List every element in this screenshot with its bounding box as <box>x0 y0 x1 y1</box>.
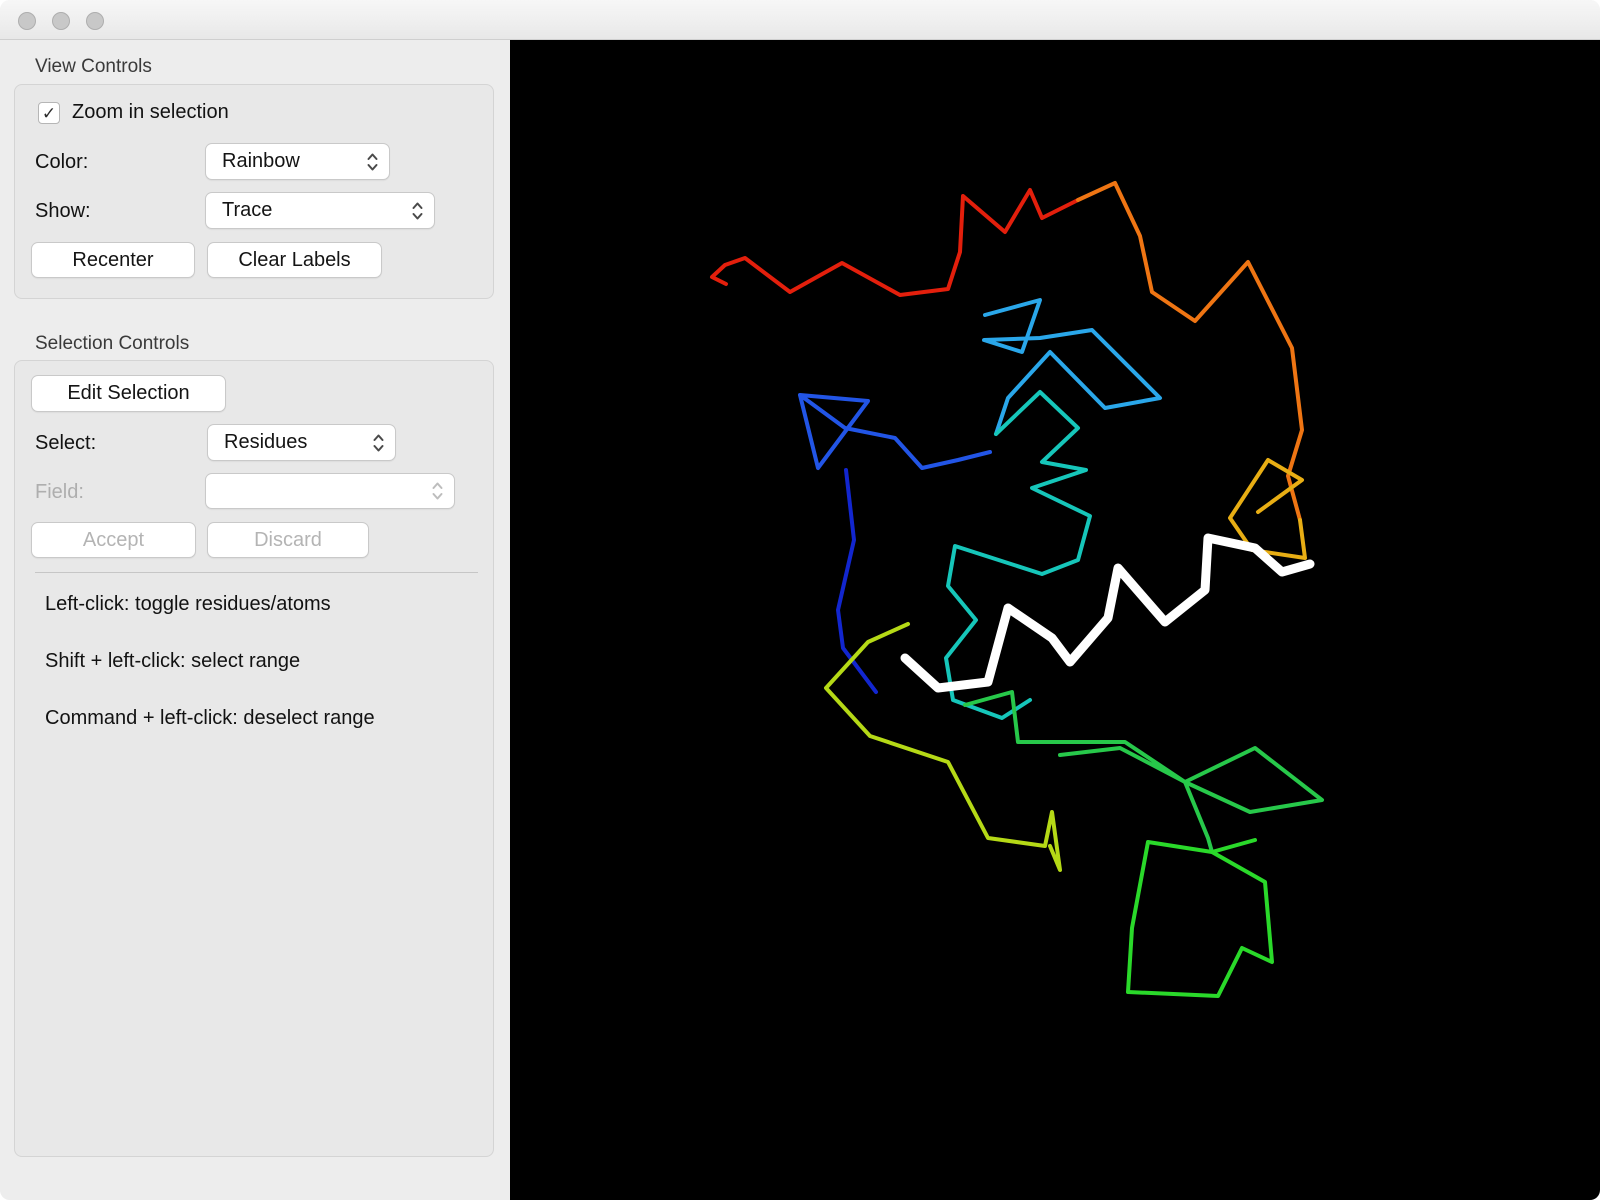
control-sidebar: View Controls ✓ Zoom in selection Color:… <box>0 40 510 1200</box>
selection-controls-title: Selection Controls <box>35 333 190 354</box>
chevron-up-down-icon <box>366 151 379 173</box>
segment-chartreuse[interactable] <box>824 622 1062 872</box>
edit-selection-button[interactable]: Edit Selection <box>31 375 226 412</box>
molecule-viewport[interactable] <box>510 40 1600 1200</box>
segment-green[interactable] <box>963 690 1324 814</box>
select-label: Select: <box>35 432 97 454</box>
show-label: Show: <box>35 200 91 222</box>
help-line-command-click: Command + left-click: deselect range <box>45 707 375 729</box>
app-window: View Controls ✓ Zoom in selection Color:… <box>0 0 1600 1200</box>
segment-lime[interactable] <box>1126 838 1274 998</box>
select-dropdown-value: Residues <box>224 431 308 453</box>
recenter-button[interactable]: Recenter <box>31 242 195 278</box>
minimize-button[interactable] <box>52 12 70 30</box>
segment-red[interactable] <box>710 188 1080 297</box>
segment-blue[interactable] <box>798 393 992 470</box>
close-button[interactable] <box>18 12 36 30</box>
segment-selection-white[interactable] <box>900 533 1315 693</box>
field-dropdown <box>205 473 455 509</box>
color-dropdown[interactable]: Rainbow <box>205 143 390 180</box>
segment-skyblue[interactable] <box>982 298 1162 436</box>
zoom-in-selection-label: Zoom in selection <box>72 101 229 123</box>
chevron-up-down-icon <box>411 200 424 222</box>
show-dropdown-value: Trace <box>222 199 273 221</box>
show-dropdown[interactable]: Trace <box>205 192 435 229</box>
segment-teal[interactable] <box>944 390 1092 720</box>
select-dropdown[interactable]: Residues <box>207 424 396 461</box>
clear-labels-button[interactable]: Clear Labels <box>207 242 382 278</box>
help-line-left-click: Left-click: toggle residues/atoms <box>45 593 331 615</box>
molecule-trace <box>710 181 1324 998</box>
segment-darkblue[interactable] <box>836 468 878 694</box>
divider <box>35 572 478 573</box>
accept-button: Accept <box>31 522 196 558</box>
chevron-up-down-icon <box>372 432 385 454</box>
help-line-shift-click: Shift + left-click: select range <box>45 650 301 672</box>
checkmark-icon: ✓ <box>41 103 57 123</box>
color-label: Color: <box>35 151 89 173</box>
zoom-in-selection-checkbox[interactable]: ✓ <box>38 102 60 124</box>
discard-button: Discard <box>207 522 369 558</box>
zoom-window-button[interactable] <box>86 12 104 30</box>
chevron-up-down-icon <box>431 480 444 502</box>
color-dropdown-value: Rainbow <box>222 150 300 172</box>
view-controls-title: View Controls <box>35 56 152 77</box>
titlebar <box>0 0 1600 40</box>
field-label: Field: <box>35 481 84 503</box>
